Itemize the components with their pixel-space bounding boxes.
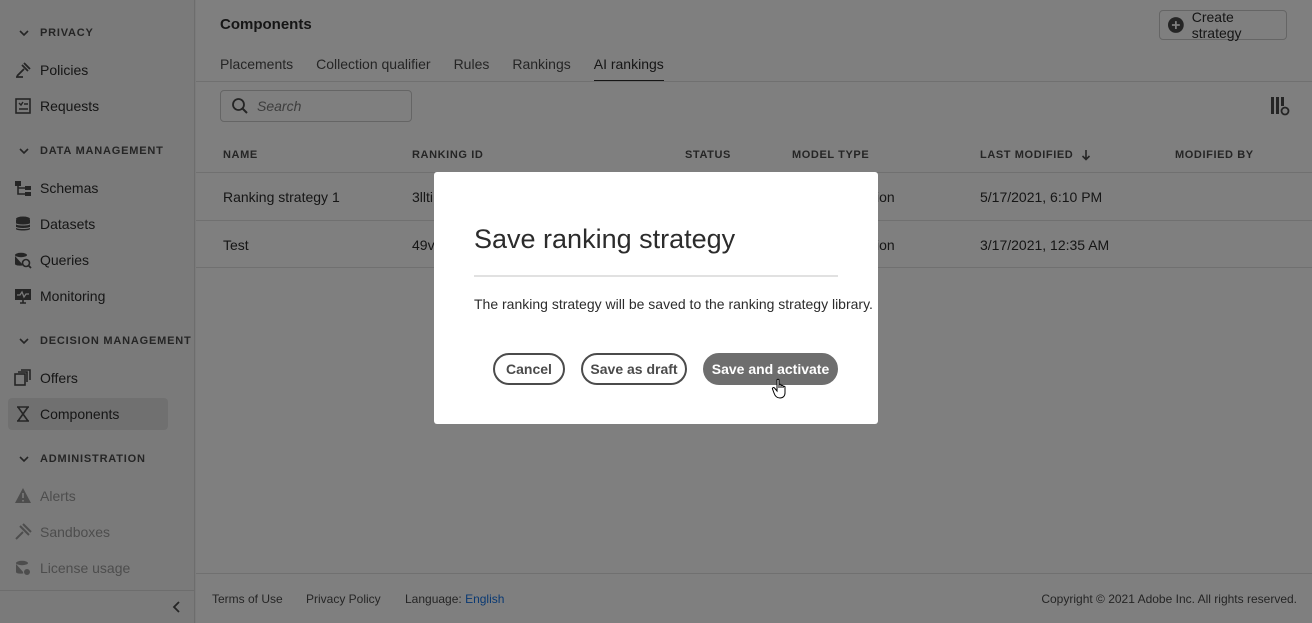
dialog-message: The ranking strategy will be saved to th…	[474, 296, 873, 312]
hand-cursor-icon	[771, 378, 786, 399]
save-ranking-strategy-dialog: Save ranking strategy The ranking strate…	[434, 172, 878, 424]
dialog-title: Save ranking strategy	[474, 224, 736, 254]
cancel-button[interactable]: Cancel	[493, 353, 565, 385]
dialog-divider	[474, 275, 838, 277]
save-as-draft-button[interactable]: Save as draft	[581, 353, 687, 385]
